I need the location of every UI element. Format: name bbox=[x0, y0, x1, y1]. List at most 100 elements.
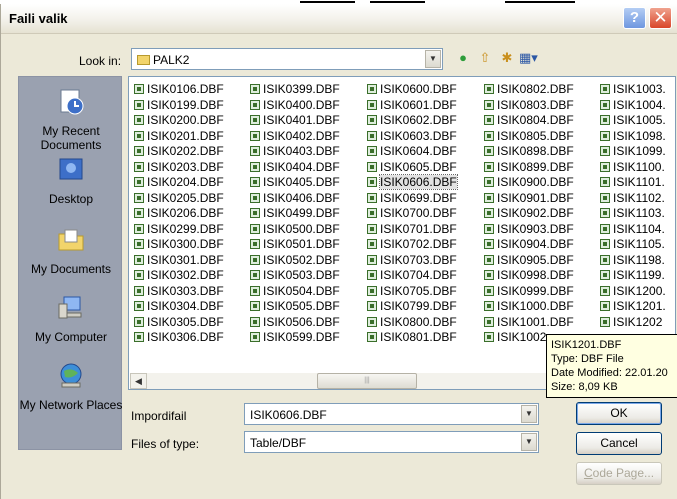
file-item[interactable]: ISIK0606.DBF bbox=[364, 174, 458, 191]
file-item[interactable]: ISIK0503.DBF bbox=[247, 268, 340, 284]
file-item[interactable]: ISIK0504.DBF bbox=[247, 284, 340, 300]
close-button[interactable]: ✕ bbox=[649, 7, 672, 29]
look-in-combo[interactable]: PALK2 ▼ bbox=[131, 48, 443, 70]
file-item[interactable]: ISIK0203.DBF bbox=[131, 160, 224, 176]
file-item[interactable]: ISIK1102. bbox=[597, 191, 666, 207]
file-item[interactable]: ISIK0405.DBF bbox=[247, 175, 340, 191]
file-item[interactable]: ISIK1199. bbox=[597, 268, 666, 284]
place-my-network-places[interactable]: My Network Places bbox=[19, 361, 123, 412]
file-item[interactable]: ISIK1200. bbox=[597, 284, 666, 300]
file-item[interactable]: ISIK0600.DBF bbox=[364, 82, 457, 98]
file-item[interactable]: ISIK0604.DBF bbox=[364, 144, 457, 160]
file-item[interactable]: ISIK1101. bbox=[597, 175, 666, 191]
place-my-recent-documents[interactable]: My Recent Documents bbox=[19, 87, 123, 152]
file-item[interactable]: ISIK0200.DBF bbox=[131, 113, 224, 129]
file-item[interactable]: ISIK0501.DBF bbox=[247, 237, 340, 253]
place-my-documents[interactable]: My Documents bbox=[19, 225, 123, 276]
file-item[interactable]: ISIK0402.DBF bbox=[247, 129, 340, 145]
file-item[interactable]: ISIK0902.DBF bbox=[481, 206, 574, 222]
file-item[interactable]: ISIK0306.DBF bbox=[131, 330, 224, 346]
new-folder-icon[interactable]: ✱ bbox=[499, 50, 515, 66]
file-item[interactable]: ISIK0500.DBF bbox=[247, 222, 340, 238]
file-item[interactable]: ISIK0304.DBF bbox=[131, 299, 224, 315]
file-item[interactable]: ISIK0703.DBF bbox=[364, 253, 457, 269]
scroll-left-button[interactable]: ◀ bbox=[130, 373, 147, 389]
file-item[interactable]: ISIK0805.DBF bbox=[481, 129, 574, 145]
file-item[interactable]: ISIK0800.DBF bbox=[364, 315, 457, 331]
file-item[interactable]: ISIK0899.DBF bbox=[481, 160, 574, 176]
file-item[interactable]: ISIK0406.DBF bbox=[247, 191, 340, 207]
file-item[interactable]: ISIK0202.DBF bbox=[131, 144, 224, 160]
file-item[interactable]: ISIK0403.DBF bbox=[247, 144, 340, 160]
file-item[interactable]: ISIK0804.DBF bbox=[481, 113, 574, 129]
file-item[interactable]: ISIK1098. bbox=[597, 129, 666, 145]
file-item[interactable]: ISIK1201. bbox=[597, 299, 666, 315]
file-item[interactable]: ISIK0602.DBF bbox=[364, 113, 457, 129]
file-item[interactable]: ISIK1003. bbox=[597, 82, 666, 98]
file-item[interactable]: ISIK1105. bbox=[597, 237, 666, 253]
file-item[interactable]: ISIK0705.DBF bbox=[364, 284, 457, 300]
file-item[interactable]: ISIK0603.DBF bbox=[364, 129, 457, 145]
file-item[interactable]: ISIK0802.DBF bbox=[481, 82, 574, 98]
file-item[interactable]: ISIK0205.DBF bbox=[131, 191, 224, 207]
up-folder-icon[interactable]: ⇧ bbox=[477, 50, 493, 66]
files-of-type-combo[interactable]: Table/DBF ▼ bbox=[244, 431, 539, 453]
file-item[interactable]: ISIK0702.DBF bbox=[364, 237, 457, 253]
file-item[interactable]: ISIK0599.DBF bbox=[247, 330, 340, 346]
scroll-thumb[interactable]: ||| bbox=[317, 373, 417, 389]
place-desktop[interactable]: Desktop bbox=[19, 155, 123, 206]
file-item[interactable]: ISIK0499.DBF bbox=[247, 206, 340, 222]
file-item[interactable]: ISIK0204.DBF bbox=[131, 175, 224, 191]
file-item[interactable]: ISIK0699.DBF bbox=[364, 191, 457, 207]
file-item[interactable]: ISIK0700.DBF bbox=[364, 206, 457, 222]
file-item[interactable]: ISIK0900.DBF bbox=[481, 175, 574, 191]
file-item[interactable]: ISIK1100. bbox=[597, 160, 666, 176]
file-item[interactable]: ISIK0404.DBF bbox=[247, 160, 340, 176]
file-item[interactable]: ISIK0201.DBF bbox=[131, 129, 224, 145]
file-item[interactable]: ISIK1198. bbox=[597, 253, 666, 269]
file-item[interactable]: ISIK1004. bbox=[597, 98, 666, 114]
file-item[interactable]: ISIK0399.DBF bbox=[247, 82, 340, 98]
file-item[interactable]: ISIK0106.DBF bbox=[131, 82, 224, 98]
file-item[interactable]: ISIK0999.DBF bbox=[481, 284, 574, 300]
file-item[interactable]: ISIK0206.DBF bbox=[131, 206, 224, 222]
chevron-down-icon[interactable]: ▼ bbox=[521, 433, 537, 451]
file-item[interactable]: ISIK0898.DBF bbox=[481, 144, 574, 160]
file-item[interactable]: ISIK0506.DBF bbox=[247, 315, 340, 331]
code-page-button[interactable]: Code Page... bbox=[576, 462, 662, 485]
back-arrow-icon[interactable]: ● bbox=[455, 50, 471, 66]
file-item[interactable]: ISIK1005. bbox=[597, 113, 666, 129]
file-item[interactable]: ISIK0905.DBF bbox=[481, 253, 574, 269]
file-item[interactable]: ISIK0400.DBF bbox=[247, 98, 340, 114]
view-menu-icon[interactable]: ▦▾ bbox=[519, 50, 538, 66]
file-item[interactable]: ISIK1000.DBF bbox=[481, 299, 574, 315]
file-item[interactable]: ISIK0903.DBF bbox=[481, 222, 574, 238]
file-item[interactable]: ISIK0199.DBF bbox=[131, 98, 224, 114]
file-item[interactable]: ISIK1104. bbox=[597, 222, 666, 238]
help-button[interactable]: ? bbox=[623, 7, 646, 29]
file-item[interactable]: ISIK0601.DBF bbox=[364, 98, 457, 114]
file-item[interactable]: ISIK0401.DBF bbox=[247, 113, 340, 129]
file-item[interactable]: ISIK0301.DBF bbox=[131, 253, 224, 269]
file-item[interactable]: ISIK0502.DBF bbox=[247, 253, 340, 269]
chevron-down-icon[interactable]: ▼ bbox=[521, 405, 537, 423]
file-item[interactable]: ISIK0300.DBF bbox=[131, 237, 224, 253]
file-item[interactable]: ISIK0303.DBF bbox=[131, 284, 224, 300]
file-item[interactable]: ISIK0701.DBF bbox=[364, 222, 457, 238]
file-item[interactable]: ISIK0904.DBF bbox=[481, 237, 574, 253]
file-item[interactable]: ISIK0801.DBF bbox=[364, 330, 457, 346]
file-item[interactable]: ISIK0901.DBF bbox=[481, 191, 574, 207]
file-item[interactable]: ISIK0505.DBF bbox=[247, 299, 340, 315]
cancel-button[interactable]: Cancel bbox=[576, 432, 662, 455]
file-item[interactable]: ISIK0302.DBF bbox=[131, 268, 224, 284]
file-item[interactable]: ISIK1202 bbox=[597, 315, 666, 331]
ok-button[interactable]: OK bbox=[576, 402, 662, 425]
file-item[interactable]: ISIK0799.DBF bbox=[364, 299, 457, 315]
file-item[interactable]: ISIK0305.DBF bbox=[131, 315, 224, 331]
file-item[interactable]: ISIK1099. bbox=[597, 144, 666, 160]
place-my-computer[interactable]: My Computer bbox=[19, 293, 123, 344]
file-item[interactable]: ISIK0704.DBF bbox=[364, 268, 457, 284]
chevron-down-icon[interactable]: ▼ bbox=[425, 50, 441, 68]
file-item[interactable]: ISIK1001.DBF bbox=[481, 315, 574, 331]
file-item[interactable]: ISIK0998.DBF bbox=[481, 268, 574, 284]
